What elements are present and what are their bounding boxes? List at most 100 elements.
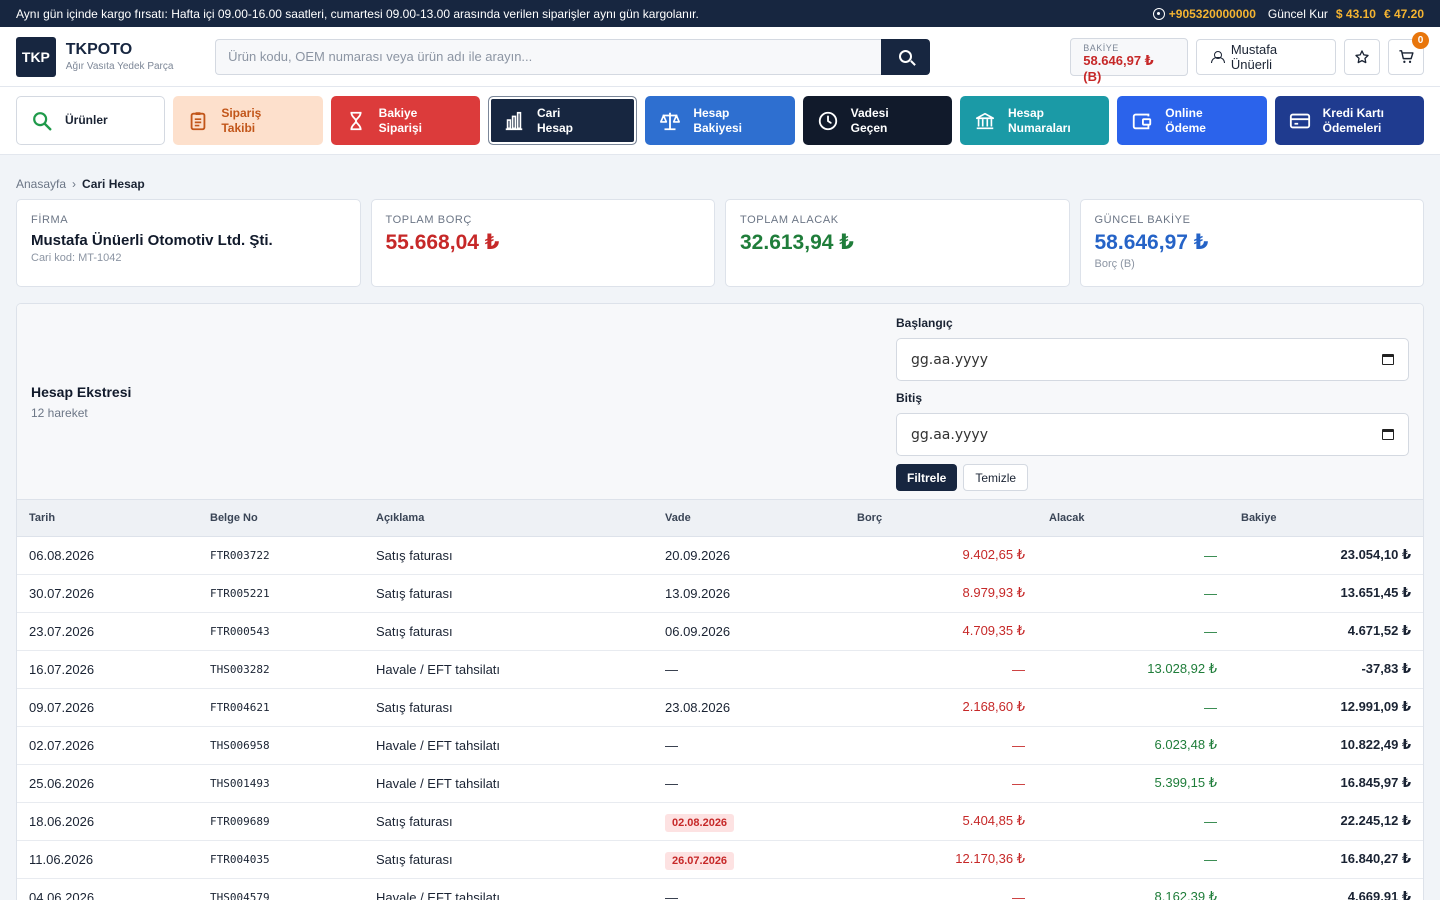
cell-doc-no[interactable]: FTR003722 (198, 536, 364, 575)
cell-debt: — (845, 650, 1037, 689)
nav-tile-online-payment[interactable]: Online Ödeme (1117, 96, 1267, 145)
nav-tile-order-tracking[interactable]: Sipariş Takibi (173, 96, 323, 145)
cell-doc-no[interactable]: FTR004035 (198, 840, 364, 879)
current-balance-card: GÜNCEL BAKİYE 58.646,97 ₺ Borç (B) (1079, 199, 1424, 287)
due-date: 23.08.2026 (665, 699, 731, 715)
cell-balance: 22.245,12 ₺ (1229, 802, 1423, 841)
cell-doc-no[interactable]: FTR005221 (198, 574, 364, 613)
cell-debt: 8.979,93 ₺ (845, 574, 1037, 613)
calendar-icon[interactable] (1382, 429, 1394, 440)
nav-tile-current-account[interactable]: Cari Hesap (487, 96, 638, 145)
current-balance-sub: Borç (B) (1094, 258, 1135, 270)
filter-button[interactable]: Filtrele (896, 464, 958, 491)
column-header-date[interactable]: Tarih (17, 500, 198, 537)
cart-button[interactable]: 0 (1388, 31, 1429, 75)
cell-debt: — (845, 764, 1037, 803)
current-balance-label: GÜNCEL BAKİYE (1094, 214, 1191, 226)
favorites-button[interactable] (1344, 38, 1381, 75)
cell-credit: — (1037, 688, 1229, 727)
cell-doc-no[interactable]: THS001493 (198, 764, 364, 803)
column-header-balance[interactable]: Bakiye (1229, 500, 1423, 537)
cell-due: 13.09.2026 (653, 574, 845, 613)
calendar-icon[interactable] (1382, 354, 1394, 365)
clear-button[interactable]: Temizle (963, 464, 1029, 491)
overdue-badge: 02.08.2026 (665, 813, 735, 832)
total-debt-label: TOPLAM BORÇ (385, 214, 472, 226)
end-date-placeholder: gg.aa.yyyy (911, 426, 988, 443)
cell-description: Satış faturası (364, 536, 653, 575)
cell-due: 23.08.2026 (653, 688, 845, 727)
cell-doc-no[interactable]: FTR009689 (198, 802, 364, 841)
cell-doc-no[interactable]: FTR004621 (198, 688, 364, 727)
cart-icon (1398, 50, 1414, 63)
table-row[interactable]: 23.07.2026 FTR000543 Satış faturası 06.09.2… (17, 612, 1423, 651)
cell-description: Havale / EFT tahsilatı (364, 878, 653, 900)
usd-rate: $ 43.10 (1335, 6, 1376, 21)
cell-date: 25.06.2026 (17, 764, 198, 803)
due-date: 13.09.2026 (665, 585, 731, 601)
column-header-debt[interactable]: Borç (845, 500, 1037, 537)
table-row[interactable]: 02.07.2026 THS006958 Havale / EFT tahsilat… (17, 726, 1423, 765)
cell-balance: 23.054,10 ₺ (1229, 536, 1423, 575)
cell-due: — (653, 650, 845, 689)
cell-date: 09.07.2026 (17, 688, 198, 727)
table-row[interactable]: 06.08.2026 FTR003722 Satış faturası 20.09.2… (17, 536, 1423, 575)
nav-tile-credit-card-payments[interactable]: Kredi Kartı Ödemeleri (1274, 96, 1424, 145)
cell-doc-no[interactable]: THS006958 (198, 726, 364, 765)
cell-date: 04.06.2026 (17, 878, 198, 900)
cell-credit: — (1037, 536, 1229, 575)
brand-tagline: Ağır Vasıta Yedek Parça (65, 61, 174, 72)
logo[interactable]: TKP (16, 36, 56, 77)
column-header-desc[interactable]: Açıklama (364, 500, 653, 537)
user-menu-button[interactable]: Mustafa Ünüerli (1195, 38, 1337, 75)
cell-balance: 4.671,52 ₺ (1229, 612, 1423, 651)
table-row[interactable]: 18.06.2026 FTR009689 Satış faturası 02.08.2… (17, 802, 1423, 841)
cell-doc-no[interactable]: THS003282 (198, 650, 364, 689)
brand[interactable]: TKPOTO Ağır Vasıta Yedek Parça (66, 41, 201, 72)
cell-debt: 5.404,85 ₺ (845, 802, 1037, 841)
column-header-credit[interactable]: Alacak (1037, 500, 1229, 537)
nav-tile-overdue[interactable]: Vadesi Geçen (802, 96, 952, 145)
table-row[interactable]: 11.06.2026 FTR004035 Satış faturası 26.07.2… (17, 840, 1423, 879)
firm-name: Mustafa Ünüerli Otomotiv Ltd. Şti. (31, 232, 273, 249)
search-bar (215, 38, 931, 75)
column-header-doc[interactable]: Belge No (198, 500, 364, 537)
nav-tile-products[interactable]: Ürünler (16, 96, 166, 145)
wallet-icon (1131, 110, 1153, 132)
search-input[interactable] (215, 38, 882, 75)
nav-tile-bank-accounts[interactable]: Hesap Numaraları (959, 96, 1110, 145)
user-icon (1210, 50, 1225, 63)
end-date-input[interactable]: gg.aa.yyyy (896, 413, 1409, 456)
credit-card-icon (1289, 110, 1311, 132)
table-row[interactable]: 04.06.2026 THS004579 Havale / EFT tahsilat… (17, 878, 1423, 900)
header-balance[interactable]: BAKİYE 58.646,97 ₺ (B) (1070, 37, 1188, 84)
current-balance-value: 58.646,97 ₺ (1094, 231, 1209, 254)
table-row[interactable]: 16.07.2026 THS003282 Havale / EFT tahsilat… (17, 650, 1423, 689)
nav-tile-balance-order[interactable]: Bakiye Siparişi (330, 96, 480, 145)
cell-doc-no[interactable]: FTR000543 (198, 612, 364, 651)
cell-doc-no[interactable]: THS004579 (198, 878, 364, 900)
table-row[interactable]: 25.06.2026 THS001493 Havale / EFT tahsilat… (17, 764, 1423, 803)
whatsapp-icon (1152, 7, 1165, 20)
breadcrumb-home[interactable]: Anasayfa (16, 177, 66, 191)
cell-balance: 16.845,97 ₺ (1229, 764, 1423, 803)
search-button[interactable] (881, 38, 931, 75)
due-date: — (665, 889, 678, 900)
nav-label-2: Bakiyesi (693, 120, 743, 135)
whatsapp-phone-link[interactable]: +905320000000 (1152, 7, 1256, 21)
start-date-input[interactable]: gg.aa.yyyy (896, 338, 1409, 381)
cell-debt: — (845, 878, 1037, 900)
nav-label-1: Sipariş (221, 105, 262, 120)
nav-tile-account-balance[interactable]: Hesap Bakiyesi (645, 96, 795, 145)
table-row[interactable]: 30.07.2026 FTR005221 Satış faturası 13.09.2… (17, 574, 1423, 613)
column-header-due[interactable]: Vade (653, 500, 845, 537)
cell-date: 02.07.2026 (17, 726, 198, 765)
table-row[interactable]: 09.07.2026 FTR004621 Satış faturası 23.08.2… (17, 688, 1423, 727)
statement-table: Tarih Belge No Açıklama Vade Borç Alacak… (17, 500, 1423, 900)
total-credit-value: 32.613,94 ₺ (740, 231, 854, 254)
statement-panel: Hesap Ekstresi 12 hareket Başlangıç gg.a… (16, 303, 1424, 900)
cell-credit: 8.162,39 ₺ (1037, 878, 1229, 900)
cell-description: Havale / EFT tahsilatı (364, 764, 653, 803)
brand-name: TKPOTO (65, 41, 133, 58)
summary-cards: FİRMA Mustafa Ünüerli Otomotiv Ltd. Şti.… (0, 199, 1440, 287)
